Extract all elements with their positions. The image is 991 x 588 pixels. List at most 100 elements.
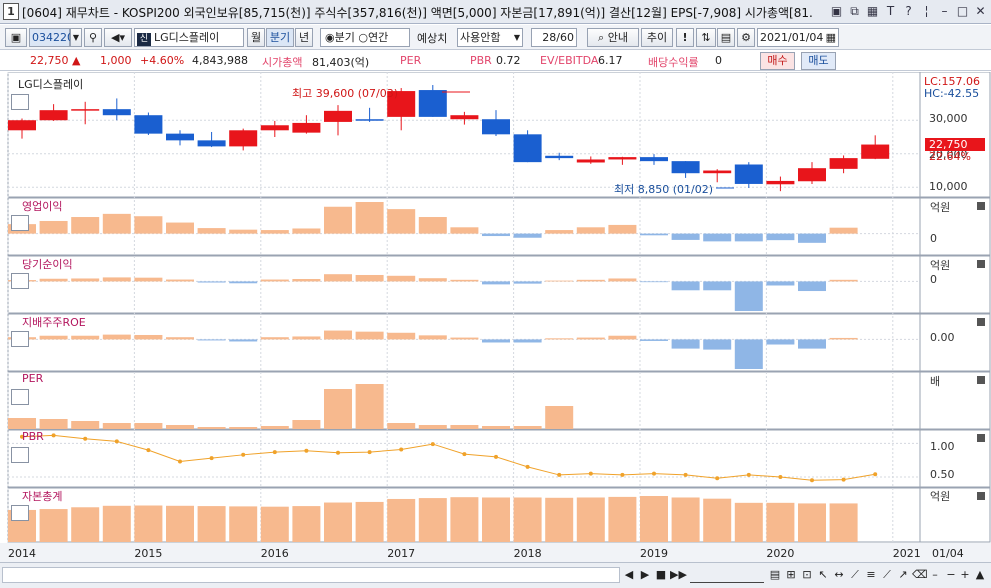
- play-back-icon[interactable]: ◀: [622, 567, 636, 583]
- pan-icon[interactable]: ↔: [832, 567, 846, 583]
- pbr-point: [241, 452, 246, 457]
- sound-icon[interactable]: ◀▾: [104, 28, 132, 47]
- sell-button[interactable]: 매도: [801, 52, 836, 70]
- grid-icon[interactable]: ▦: [864, 3, 881, 20]
- value-bar: [260, 426, 289, 429]
- chevron-down-icon[interactable]: ▼: [70, 28, 82, 47]
- fibo-icon[interactable]: ≡: [864, 567, 878, 583]
- close-icon[interactable]: ✕: [972, 3, 989, 20]
- guide-button[interactable]: ⌕ 안내: [587, 28, 639, 47]
- date-input[interactable]: 2021/01/04 ▦: [757, 28, 839, 47]
- trend-button[interactable]: 추이: [641, 28, 673, 47]
- pbr-point: [525, 464, 530, 469]
- buy-button[interactable]: 매수: [760, 52, 795, 70]
- chart-type-icon[interactable]: [11, 273, 29, 289]
- window-number[interactable]: 1: [3, 3, 19, 20]
- chart-type-icon[interactable]: [11, 215, 29, 231]
- period-month-button[interactable]: 월: [247, 28, 265, 47]
- value-bar: [608, 224, 637, 234]
- value-bar: [8, 418, 36, 429]
- pbr-label: PBR: [470, 54, 492, 67]
- radio-year[interactable]: ○: [358, 31, 368, 44]
- zoom-out-alt-icon[interactable]: −: [944, 567, 958, 583]
- period-quarter-button[interactable]: 분기: [266, 28, 294, 47]
- chart-type-icon[interactable]: [11, 447, 29, 463]
- value-bar: [324, 274, 352, 282]
- close-icon[interactable]: [977, 318, 985, 326]
- pbr-point: [209, 456, 214, 461]
- value-bar: [39, 220, 68, 234]
- alert-icon[interactable]: !: [676, 28, 694, 47]
- value-bar: [166, 279, 194, 282]
- close-icon[interactable]: [977, 376, 985, 384]
- candle-body: [798, 168, 826, 182]
- hc-label: HC:-42.55: [924, 87, 980, 100]
- link-icon[interactable]: ⧉: [846, 3, 863, 20]
- count-total: /60: [556, 31, 574, 44]
- period-year-button[interactable]: 년: [295, 28, 313, 47]
- value-bar: [387, 275, 416, 282]
- value-bar: [387, 423, 416, 429]
- radio-quarter[interactable]: ◉: [325, 31, 335, 44]
- close-icon[interactable]: [977, 434, 985, 442]
- forecast-select[interactable]: 사용안함 ▼: [457, 28, 523, 47]
- table-icon[interactable]: [11, 94, 29, 110]
- close-icon[interactable]: [977, 202, 985, 210]
- panel-frame: [7, 72, 991, 198]
- value-bar: [229, 281, 258, 284]
- fast-forward-icon[interactable]: ▶▶: [670, 567, 687, 583]
- search-icon[interactable]: ⚲: [84, 28, 102, 47]
- panel-unit-per: 배: [930, 375, 941, 388]
- value-bar: [134, 505, 163, 542]
- arrows-icon[interactable]: ⇅: [696, 28, 716, 47]
- chart-type-icon[interactable]: [11, 331, 29, 347]
- zoom-out-icon[interactable]: –: [928, 567, 942, 583]
- disk-icon[interactable]: ▤: [717, 28, 735, 47]
- value-bar: [355, 331, 384, 340]
- cursor-icon[interactable]: ↖: [816, 567, 830, 583]
- value-bar: [71, 507, 100, 542]
- stock-code-input[interactable]: 034220: [29, 28, 74, 47]
- value-bar: [292, 336, 321, 340]
- text-icon[interactable]: T: [882, 3, 899, 20]
- value-bar: [355, 274, 384, 282]
- close-icon[interactable]: [977, 260, 985, 268]
- candle-body: [229, 130, 258, 147]
- close-icon[interactable]: [977, 492, 985, 500]
- candle-icon[interactable]: ⊞: [784, 567, 798, 583]
- chart-type-icon[interactable]: [11, 505, 29, 521]
- arrow-tool-icon[interactable]: ↗: [896, 567, 910, 583]
- stop-icon[interactable]: ■: [654, 567, 668, 583]
- x-axis-label: 2018: [514, 547, 542, 560]
- horizontal-scrollbar[interactable]: [2, 567, 620, 583]
- settings-icon[interactable]: ⚙: [737, 28, 755, 47]
- trend-line-icon[interactable]: ⟋: [848, 567, 862, 583]
- candle-body: [766, 180, 795, 185]
- value-bar: [798, 503, 826, 542]
- zoom-in-icon[interactable]: +: [958, 567, 972, 583]
- value-bar: [71, 278, 100, 282]
- zoom-slider[interactable]: [690, 567, 764, 583]
- count-stepper[interactable]: 28/60: [531, 28, 577, 47]
- play-icon[interactable]: ▶: [638, 567, 652, 583]
- fit-icon[interactable]: ▤: [768, 567, 782, 583]
- save-icon[interactable]: ▣: [828, 3, 845, 20]
- magnifier-icon: ⌕: [598, 31, 605, 44]
- layout-icon[interactable]: ▣: [5, 28, 27, 47]
- help-icon[interactable]: ?: [900, 3, 917, 20]
- expand-icon[interactable]: ▲: [973, 567, 987, 583]
- chart-type-icon[interactable]: [11, 389, 29, 405]
- maximize-icon[interactable]: □: [954, 3, 971, 20]
- candle-body: [671, 161, 700, 174]
- draw-icon[interactable]: ⊡: [800, 567, 814, 583]
- pbr-tick-hi: 1.00: [930, 440, 955, 453]
- value-bar: [166, 222, 194, 234]
- erase-icon[interactable]: ⌫: [912, 567, 928, 583]
- value-bar: [703, 233, 732, 242]
- chart-canvas[interactable]: 2014 2015 2016 2017 2018 2019 2020 2021 01/04: [0, 72, 991, 562]
- pbr-value: 0.72: [496, 54, 521, 67]
- tool-icon[interactable]: ⟋: [880, 567, 894, 583]
- minimize-icon[interactable]: –: [936, 3, 953, 20]
- stock-name-field[interactable]: 신 LG디스플레이: [134, 28, 244, 47]
- financial-chart[interactable]: 2014 2015 2016 2017 2018 2019 2020 2021 01/04 LG…: [0, 72, 991, 562]
